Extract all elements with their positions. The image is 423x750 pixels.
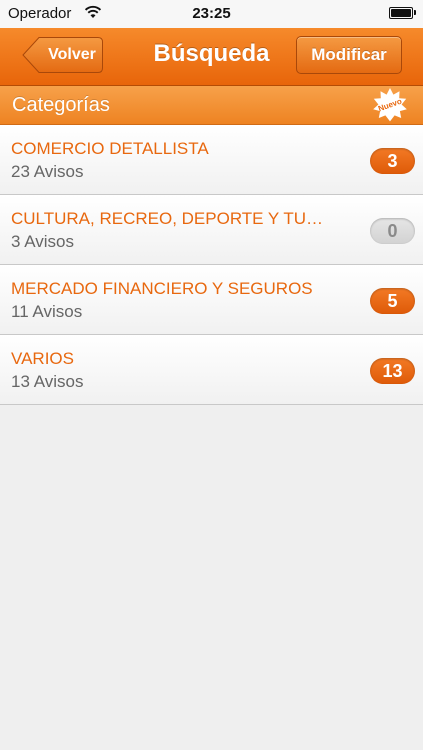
navigation-bar: Volver Búsqueda Modificar [0,28,423,86]
list-item[interactable]: CULTURA, RECREO, DEPORTE Y TU… 3 Avisos … [0,195,423,265]
list-item[interactable]: COMERCIO DETALLISTA 23 Avisos 3 [0,125,423,195]
category-title: CULTURA, RECREO, DEPORTE Y TU… [11,209,324,228]
list-item[interactable]: MERCADO FINANCIERO Y SEGUROS 11 Avisos 5 [0,265,423,335]
category-ads-count: 13 Avisos [11,372,84,391]
list-item[interactable]: VARIOS 13 Avisos 13 [0,335,423,405]
new-count-badge: 13 [370,358,415,384]
starburst-icon: Nuevo [373,88,407,122]
section-title: Categorías [12,94,110,116]
new-count-badge: 0 [370,218,415,244]
section-header: Categorías Nuevo [0,86,423,125]
category-title: MERCADO FINANCIERO Y SEGUROS [11,279,313,298]
category-title: COMERCIO DETALLISTA [11,139,209,158]
empty-area [0,405,423,750]
status-bar: Operador 23:25 [0,0,423,28]
category-ads-count: 23 Avisos [11,162,84,181]
new-count-badge: 5 [370,288,415,314]
category-list: COMERCIO DETALLISTA 23 Avisos 3 CULTURA,… [0,125,423,405]
category-ads-count: 11 Avisos [11,302,83,321]
category-ads-count: 3 Avisos [11,232,75,251]
category-title: VARIOS [11,349,74,368]
new-badge: Nuevo [368,86,412,125]
new-count-badge: 3 [370,148,415,174]
battery-icon [389,7,416,19]
status-time: 23:25 [192,5,231,22]
modify-button[interactable]: Modificar [296,36,402,74]
